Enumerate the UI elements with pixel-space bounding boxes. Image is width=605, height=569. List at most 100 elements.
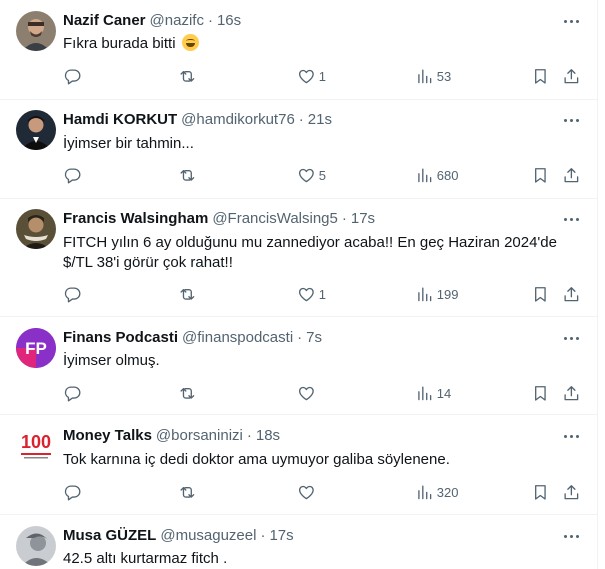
reply-button[interactable] — [63, 66, 82, 86]
share-button[interactable] — [562, 165, 581, 185]
separator: · — [207, 12, 213, 29]
reply-button[interactable] — [63, 482, 82, 502]
avatar[interactable]: 100 — [16, 426, 56, 466]
tweet-text: İyimser olmuş. — [63, 352, 160, 369]
retweet-button[interactable] — [178, 165, 197, 185]
reply-button[interactable] — [63, 383, 82, 403]
author-name[interactable]: Musa GÜZEL — [63, 527, 156, 544]
author-name[interactable]: Francis Walsingham — [63, 210, 208, 227]
views-button[interactable]: 320 — [415, 482, 458, 502]
views-icon — [418, 168, 432, 182]
reply-icon — [64, 485, 81, 501]
bookmark-icon — [535, 286, 546, 302]
tweet-text: Tok karnına iç dedi doktor ama uymuyor g… — [63, 451, 450, 468]
like-button[interactable]: 1 — [297, 284, 326, 304]
separator: · — [341, 210, 347, 227]
retweet-icon — [180, 486, 195, 498]
timestamp[interactable]: 17s — [351, 210, 375, 227]
author-handle[interactable]: @hamdikorkut76 — [181, 111, 295, 128]
heart-icon — [298, 69, 314, 83]
share-button[interactable] — [562, 284, 581, 304]
timestamp[interactable]: 17s — [269, 527, 293, 544]
tweet[interactable]: 100 Money Talks @borsaninizi · 18s Tok karn… — [0, 415, 597, 515]
heart-icon — [298, 168, 314, 182]
retweet-icon — [180, 169, 195, 181]
retweet-button[interactable] — [178, 284, 197, 304]
share-icon — [564, 286, 579, 301]
avatar-letters: 100 — [21, 432, 51, 452]
timestamp[interactable]: 21s — [308, 111, 332, 128]
avatar[interactable] — [16, 11, 56, 51]
like-button[interactable]: 5 — [297, 165, 326, 185]
bookmark-button[interactable] — [531, 482, 550, 502]
tweet-header: Musa GÜZEL @musaguzeel · 17s — [63, 526, 294, 546]
avatar[interactable] — [16, 526, 56, 566]
tweet[interactable]: Musa GÜZEL @musaguzeel · 17s 42.5 altı kurt… — [0, 515, 597, 569]
author-handle[interactable]: @finanspodcasti — [182, 329, 293, 346]
views-count: 53 — [436, 68, 452, 84]
timestamp[interactable]: 7s — [306, 329, 322, 346]
like-button[interactable] — [297, 482, 319, 502]
retweet-button[interactable] — [178, 66, 197, 86]
share-icon — [564, 484, 579, 499]
views-button[interactable]: 680 — [415, 165, 458, 185]
tweet-header: Nazif Caner @nazifc · 16s — [63, 11, 241, 31]
bookmark-button[interactable] — [531, 66, 550, 86]
retweet-button[interactable] — [178, 383, 197, 403]
tweet[interactable]: Nazif Caner @nazifc · 16s Fıkra burada bitt… — [0, 0, 597, 100]
share-button[interactable] — [562, 66, 581, 86]
avatar[interactable] — [16, 209, 56, 249]
share-button[interactable] — [562, 383, 581, 403]
tweet-text-content: Fıkra burada bitti — [63, 35, 176, 52]
author-name[interactable]: Hamdi KORKUT — [63, 111, 177, 128]
tweet[interactable]: Francis Walsingham @FrancisWalsing5 · 17s F… — [0, 199, 597, 317]
like-button[interactable]: 1 — [297, 66, 326, 86]
share-button[interactable] — [562, 482, 581, 502]
reply-button[interactable] — [63, 284, 82, 304]
more-icon[interactable] — [560, 11, 582, 31]
retweet-icon — [180, 288, 195, 300]
like-count: 1 — [318, 68, 326, 84]
heart-icon — [298, 485, 314, 499]
grinning-squinting-face-icon — [181, 34, 199, 51]
tweet[interactable]: FP Finans Podcasti @finanspodcasti · 7s İyi… — [0, 317, 597, 415]
author-handle[interactable]: @borsaninizi — [156, 427, 243, 444]
tweet[interactable]: Hamdi KORKUT @hamdikorkut76 · 21s İyimser b… — [0, 100, 597, 199]
more-icon[interactable] — [560, 426, 582, 446]
tweet-text: 42.5 altı kurtarmaz fitch . — [63, 550, 228, 567]
bookmark-icon — [535, 167, 546, 183]
timestamp[interactable]: 16s — [217, 12, 241, 29]
more-icon[interactable] — [560, 209, 582, 229]
author-name[interactable]: Nazif Caner — [63, 12, 146, 29]
more-icon[interactable] — [560, 110, 582, 130]
like-button[interactable] — [297, 383, 319, 403]
tweet-text: Fıkra burada bitti — [63, 34, 588, 54]
avatar-letters: FP — [25, 339, 47, 358]
author-handle[interactable]: @nazifc — [150, 12, 204, 29]
reply-button[interactable] — [63, 165, 82, 185]
views-button[interactable]: 199 — [415, 284, 458, 304]
author-handle[interactable]: @FrancisWalsing5 — [212, 210, 338, 227]
more-icon[interactable] — [560, 328, 582, 348]
bookmark-button[interactable] — [531, 165, 550, 185]
author-name[interactable]: Finans Podcasti — [63, 329, 178, 346]
bookmark-icon — [535, 68, 546, 84]
retweet-button[interactable] — [178, 482, 197, 502]
bookmark-button[interactable] — [531, 383, 550, 403]
views-count: 199 — [436, 286, 459, 302]
views-button[interactable]: 14 — [415, 383, 451, 403]
timestamp[interactable]: 18s — [256, 427, 280, 444]
reply-icon — [64, 69, 81, 85]
author-name[interactable]: Money Talks — [63, 427, 152, 444]
views-button[interactable]: 53 — [415, 66, 451, 86]
views-icon — [418, 386, 432, 400]
views-count: 680 — [436, 167, 459, 183]
avatar[interactable]: FP — [16, 328, 56, 368]
bookmark-button[interactable] — [531, 284, 550, 304]
avatar[interactable] — [16, 110, 56, 150]
separator: · — [298, 111, 304, 128]
tweet-header: Francis Walsingham @FrancisWalsing5 · 17s — [63, 209, 375, 229]
bookmark-icon — [535, 385, 546, 401]
more-icon[interactable] — [560, 526, 582, 546]
author-handle[interactable]: @musaguzeel — [160, 527, 256, 544]
